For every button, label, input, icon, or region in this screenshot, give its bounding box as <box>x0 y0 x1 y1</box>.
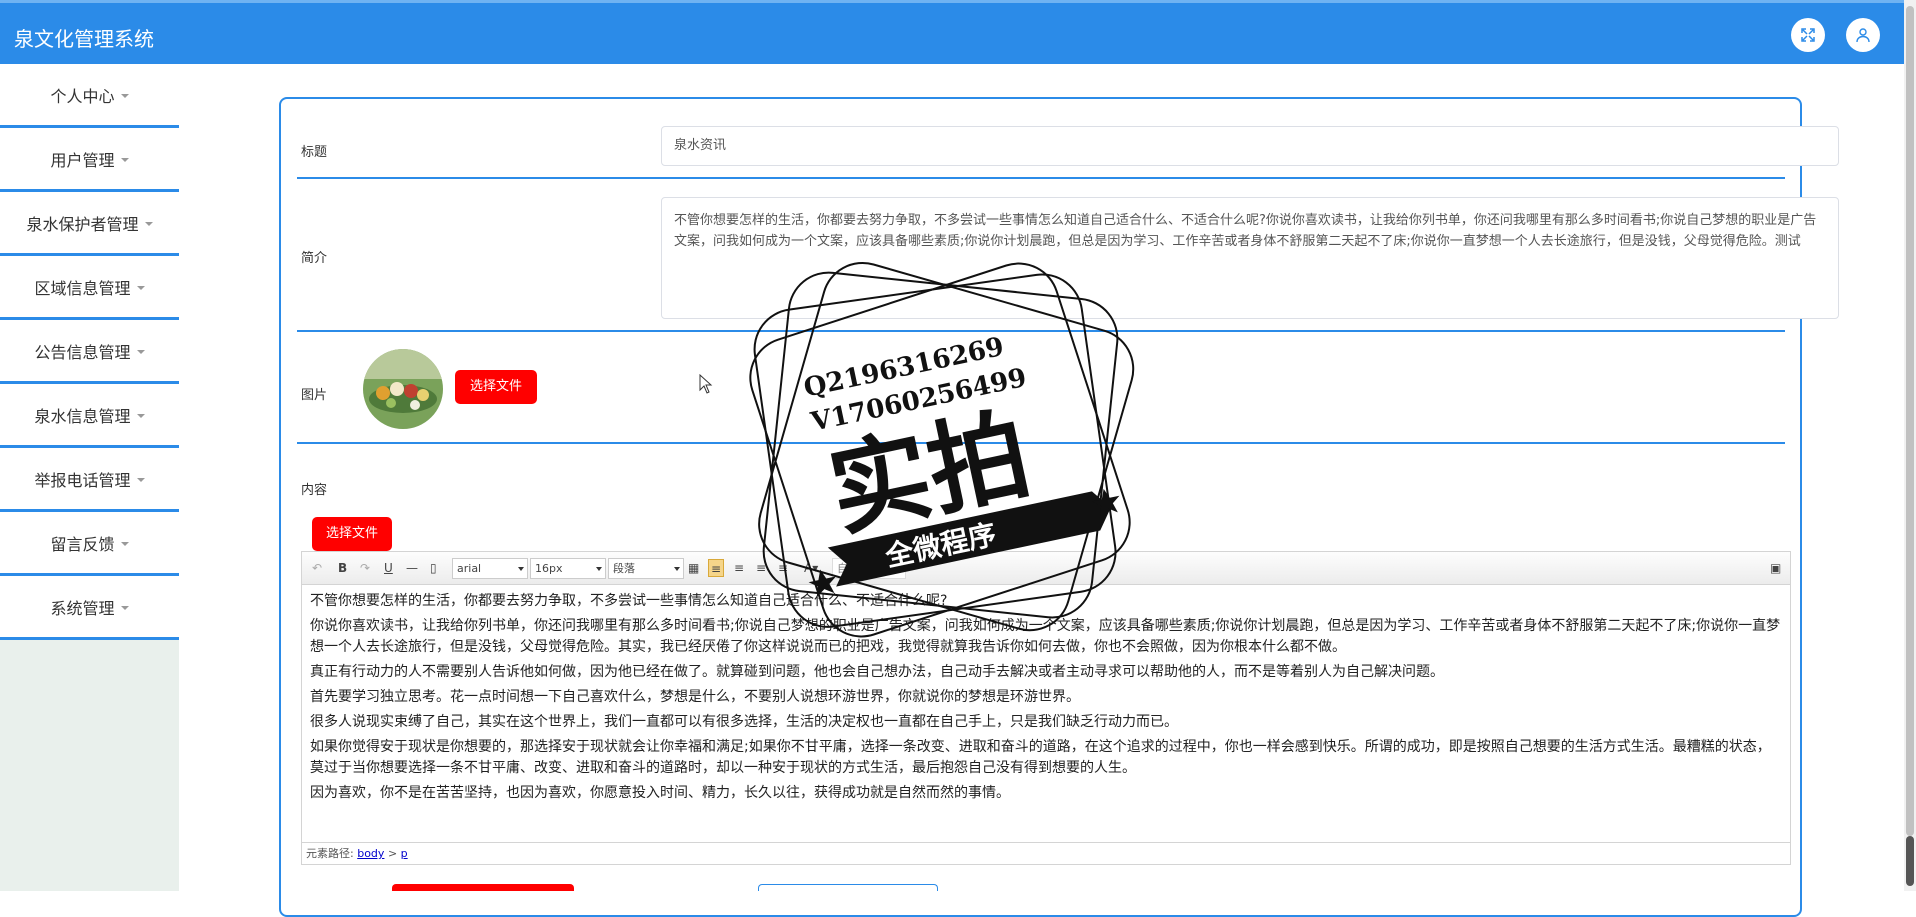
font-size-value: 16px <box>535 562 563 575</box>
sidebar-item-region-management[interactable]: 区域信息管理 <box>0 256 179 320</box>
paragraph-value: 段落 <box>613 562 635 575</box>
content-paragraph: 很多人说现实束缚了自己，其实在这个世界上，我们一直都可以有很多选择，生活的决定权… <box>310 714 1178 730</box>
fullscreen-editor-icon[interactable]: ▣ <box>1770 559 1781 577</box>
sidebar-item-report-phone[interactable]: 举报电话管理 <box>0 448 179 512</box>
content-choose-file-button[interactable]: 选择文件 <box>312 517 392 551</box>
sidebar-item-label: 公告信息管理 <box>34 342 131 362</box>
scrollbar-track <box>1906 6 1914 836</box>
sidebar-item-label: 系统管理 <box>50 598 115 618</box>
caret-down-icon <box>120 605 129 610</box>
font-family-value: arial <box>457 562 482 575</box>
element-path-label: 元素路径: <box>306 847 354 860</box>
sidebar-item-label: 举报电话管理 <box>34 470 131 490</box>
custom-title-value: 自定义标题 <box>837 562 892 575</box>
fullscreen-icon <box>1801 28 1815 42</box>
content-paragraph: 真正有行动力的人不需要别人告诉他如何做，因为他已经在做了。就算碰到问题，他也会自… <box>310 664 1444 680</box>
sidebar-item-label: 留言反馈 <box>50 534 115 554</box>
intro-textarea[interactable]: 不管你想要怎样的生活，你都要去努力争取，不多尝试一些事情怎么知道自己适合什么、不… <box>661 197 1839 319</box>
sidebar-item-user-management[interactable]: 用户管理 <box>0 128 179 192</box>
intro-row: 简介 不管你想要怎样的生活，你都要去努力争取，不多尝试一些事情怎么知道自己适合什… <box>297 179 1839 332</box>
align-justify-icon[interactable]: ≡ <box>778 559 788 577</box>
align-center-icon[interactable]: ≡ <box>756 559 766 577</box>
align-left-icon[interactable]: ≡ <box>708 559 725 577</box>
image-row: 图片 选择文件 <box>297 332 1785 444</box>
redo-icon[interactable]: ↷ <box>360 559 370 577</box>
intro-label: 简介 <box>301 251 328 266</box>
rich-text-editor[interactable]: ↶ B ↷ U — ▯ arial 16px 段落 ▦ ≡ ≡ ≡ ≡ A▾ 自… <box>301 551 1791 865</box>
sidebar-item-system[interactable]: 系统管理 <box>0 576 179 640</box>
caret-down-icon <box>136 285 145 290</box>
sidebar-item-label: 区域信息管理 <box>34 278 131 298</box>
dropdown-arrow-icon <box>518 567 524 571</box>
custom-title-select[interactable]: 自定义标题 <box>832 558 906 579</box>
content-label: 内容 <box>301 483 328 498</box>
sidebar-item-feedback[interactable]: 留言反馈 <box>0 512 179 576</box>
clear-format-icon[interactable]: ▯ <box>430 559 437 577</box>
align-right-icon[interactable]: ≡ <box>734 559 744 577</box>
editor-toolbar: ↶ B ↷ U — ▯ arial 16px 段落 ▦ ≡ ≡ ≡ ≡ A▾ 自… <box>302 552 1790 585</box>
dropdown-arrow-icon <box>596 567 602 571</box>
sidebar-item-protector-management[interactable]: 泉水保护者管理 <box>0 192 179 256</box>
sidebar-item-spring-management[interactable]: 泉水信息管理 <box>0 384 179 448</box>
sidebar-item-label: 泉水保护者管理 <box>26 214 139 234</box>
horizontal-rule-icon[interactable]: — <box>406 559 418 577</box>
font-family-select[interactable]: arial <box>452 558 528 579</box>
image-label: 图片 <box>301 388 328 403</box>
sidebar-item-personal-center[interactable]: 个人中心 <box>0 64 179 128</box>
sidebar-item-label: 用户管理 <box>50 150 115 170</box>
title-input[interactable]: 泉水资讯 <box>661 126 1839 166</box>
caret-down-icon <box>144 221 153 226</box>
app-title: 泉文化管理系统 <box>14 27 154 51</box>
page-scrollbar[interactable] <box>1904 0 1916 891</box>
element-path-separator: > <box>387 847 398 860</box>
content-paragraph: 首先要学习独立思考。花一点时间想一下自己喜欢什么，梦想是什么，不要别人说想环游世… <box>310 689 1080 705</box>
element-path-body-link[interactable]: body <box>357 847 384 860</box>
content-paragraph: 不管你想要怎样的生活，你都要去努力争取，不多尝试一些事情怎么知道自己适合什么、不… <box>310 593 948 609</box>
cancel-button[interactable] <box>758 884 938 891</box>
table-icon[interactable]: ▦ <box>688 559 699 577</box>
caret-down-icon <box>120 541 129 546</box>
bold-icon[interactable]: B <box>338 559 347 577</box>
sidebar-item-notice-management[interactable]: 公告信息管理 <box>0 320 179 384</box>
dropdown-arrow-icon <box>674 567 680 571</box>
spring-thumbnail[interactable] <box>363 349 443 429</box>
caret-down-icon <box>120 93 129 98</box>
caret-down-icon <box>136 349 145 354</box>
mouse-cursor-icon <box>699 374 713 394</box>
image-choose-file-button[interactable]: 选择文件 <box>455 370 537 404</box>
underline-icon[interactable]: U <box>384 559 393 577</box>
paragraph-select[interactable]: 段落 <box>608 558 684 579</box>
font-size-select[interactable]: 16px <box>530 558 606 579</box>
user-button[interactable] <box>1846 18 1880 52</box>
sidebar-menu: 个人中心 用户管理 泉水保护者管理 区域信息管理 公告信息管理 泉水信息管理 举… <box>0 64 179 640</box>
sidebar: 个人中心 用户管理 泉水保护者管理 区域信息管理 公告信息管理 泉水信息管理 举… <box>0 64 179 891</box>
element-path-bar: 元素路径: body > p <box>302 842 1790 864</box>
title-label: 标题 <box>301 145 328 160</box>
submit-button[interactable] <box>392 884 574 891</box>
user-icon <box>1856 28 1870 43</box>
font-color-icon[interactable]: A▾ <box>804 559 818 577</box>
thumbnail-image <box>363 349 443 429</box>
caret-down-icon <box>136 413 145 418</box>
sidebar-item-label: 个人中心 <box>50 86 115 106</box>
fullscreen-button[interactable] <box>1791 18 1825 52</box>
sidebar-item-label: 泉水信息管理 <box>34 406 131 426</box>
editor-content[interactable]: 不管你想要怎样的生活，你都要去努力争取，不多尝试一些事情怎么知道自己适合什么、不… <box>302 585 1790 835</box>
content-paragraph: 你说你喜欢读书，让我给你列书单，你还问我哪里有那么多时间看书;你说自己梦想的职业… <box>310 618 1781 655</box>
top-header: 泉文化管理系统 <box>0 0 1904 64</box>
caret-down-icon <box>120 157 129 162</box>
title-row: 标题 泉水资讯 <box>297 119 1839 179</box>
undo-icon[interactable]: ↶ <box>312 559 322 577</box>
element-path-p-link[interactable]: p <box>401 847 408 860</box>
content-paragraph: 如果你觉得安于现状是你想要的，那选择安于现状就会让你幸福和满足;如果你不甘平庸，… <box>310 739 1771 776</box>
scrollbar-thumb[interactable] <box>1906 836 1914 886</box>
content-paragraph: 因为喜欢，你不是在苦苦坚持，也因为喜欢，你愿意投入时间、精力，长久以往，获得成功… <box>310 785 1010 801</box>
caret-down-icon <box>136 477 145 482</box>
